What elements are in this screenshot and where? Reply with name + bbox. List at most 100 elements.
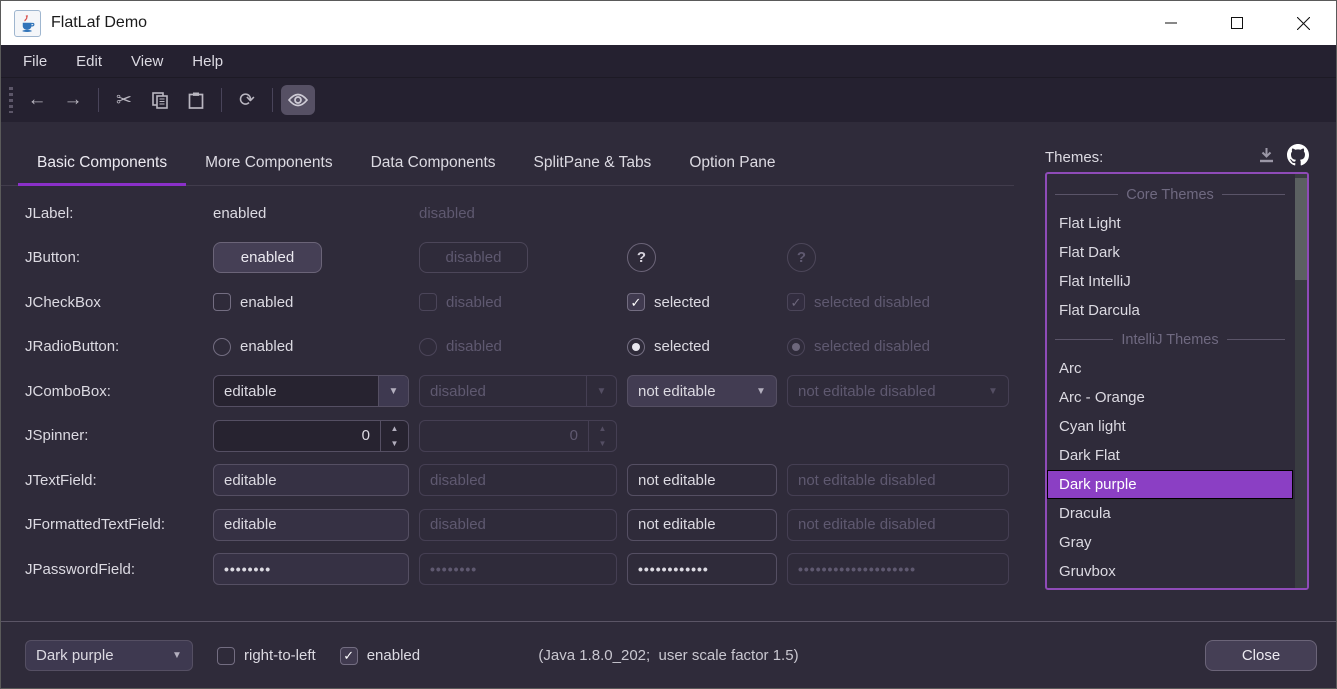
spinner-up-icon[interactable]: ▲ — [381, 421, 408, 436]
themes-header: Themes: — [1045, 144, 1309, 171]
scrollbar-thumb[interactable] — [1295, 178, 1307, 280]
show-hidden-toggle-button[interactable] — [281, 85, 315, 115]
jtextfield-row-label: JTextField: — [25, 472, 203, 489]
java-app-icon — [14, 10, 41, 37]
right-to-left-checkbox[interactable]: right-to-left — [217, 647, 316, 665]
clipboard-icon — [188, 92, 204, 109]
theme-item-gruvbox[interactable]: Gruvbox — [1047, 557, 1293, 586]
formatted-textfield-not-editable: not editable — [627, 509, 777, 541]
checkbox-selected-disabled: ✓selected disabled — [787, 293, 1009, 311]
jcombobox-row: JComboBox: editable▼ disabled▼ not edita… — [25, 369, 1009, 414]
chevron-down-icon: ▼ — [586, 376, 616, 406]
radio-selected-icon — [787, 338, 805, 356]
scissors-icon: ✂ — [116, 89, 132, 112]
themes-group-core: Core Themes — [1047, 180, 1293, 209]
jlabel-enabled: enabled — [213, 205, 409, 222]
tab-option-pane[interactable]: Option Pane — [670, 140, 794, 186]
theme-item-flat-light[interactable]: Flat Light — [1047, 209, 1293, 238]
refresh-button[interactable]: ⟳ — [230, 85, 264, 115]
combobox-editable[interactable]: editable▼ — [213, 375, 409, 407]
jbutton-row-label: JButton: — [25, 249, 203, 266]
theme-item-arc-orange[interactable]: Arc - Orange — [1047, 383, 1293, 412]
menu-help[interactable]: Help — [180, 49, 235, 74]
spinner-enabled[interactable]: 0 ▲▼ — [213, 420, 409, 452]
menu-edit[interactable]: Edit — [64, 49, 114, 74]
toolbar: ← → ✂ ⟳ — [1, 78, 1336, 122]
spinner-down-icon[interactable]: ▼ — [381, 436, 408, 451]
cut-button[interactable]: ✂ — [107, 85, 141, 115]
checkbox-enabled[interactable]: enabled — [213, 293, 409, 311]
refresh-icon: ⟳ — [239, 89, 255, 112]
combobox-not-editable-disabled: not editable disabled▼ — [787, 375, 1009, 407]
themes-scrollbar[interactable] — [1295, 174, 1307, 588]
chevron-down-icon: ▼ — [746, 376, 776, 406]
minimize-button[interactable] — [1138, 1, 1204, 45]
jlabel-row: JLabel: enabled disabled — [25, 191, 1009, 236]
jbutton-row: JButton: enabled disabled ? ? — [25, 236, 1009, 281]
components-grid: JLabel: enabled disabled JButton: enable… — [25, 191, 1009, 592]
menu-view[interactable]: View — [119, 49, 175, 74]
radio-enabled[interactable]: enabled — [213, 338, 409, 356]
jspinner-row: JSpinner: 0 ▲▼ 0 ▲▼ — [25, 414, 1009, 459]
theme-item-gray[interactable]: Gray — [1047, 528, 1293, 557]
tab-splitpane-tabs[interactable]: SplitPane & Tabs — [515, 140, 671, 186]
themes-group-intellij: IntelliJ Themes — [1047, 325, 1293, 354]
toolbar-separator — [221, 88, 222, 112]
password-field-editable[interactable]: •••••••• — [213, 553, 409, 585]
enabled-checkbox[interactable]: ✓ enabled — [340, 647, 420, 665]
radio-selected-icon — [627, 338, 645, 356]
tab-more-components[interactable]: More Components — [186, 140, 352, 186]
checkbox-disabled: disabled — [419, 293, 617, 311]
paste-button[interactable] — [179, 85, 213, 115]
checkbox-icon — [213, 293, 231, 311]
spinner-disabled: 0 ▲▼ — [419, 420, 617, 452]
toolbar-grip-handle[interactable] — [9, 87, 13, 113]
formatted-textfield-editable[interactable]: editable — [213, 509, 409, 541]
spinner-arrows[interactable]: ▲▼ — [380, 421, 408, 451]
theme-item-dark-flat[interactable]: Dark Flat — [1047, 441, 1293, 470]
theme-selector-combobox[interactable]: Dark purple ▼ — [25, 640, 193, 671]
radio-icon — [213, 338, 231, 356]
tab-data-components[interactable]: Data Components — [352, 140, 515, 186]
window-title: FlatLaf Demo — [51, 14, 147, 32]
theme-item-cyan-light[interactable]: Cyan light — [1047, 412, 1293, 441]
theme-item-flat-darcula[interactable]: Flat Darcula — [1047, 296, 1293, 325]
back-button[interactable]: ← — [20, 85, 54, 115]
theme-item-dark-purple[interactable]: Dark purple — [1047, 470, 1293, 499]
help-button[interactable]: ? — [627, 243, 656, 272]
maximize-button[interactable] — [1204, 1, 1270, 45]
download-icon[interactable] — [1258, 147, 1275, 168]
close-window-button[interactable] — [1270, 1, 1336, 45]
combobox-not-editable[interactable]: not editable▼ — [627, 375, 777, 407]
checkbox-selected[interactable]: ✓selected — [627, 293, 777, 311]
status-text: (Java 1.8.0_202; user scale factor 1.5) — [1, 647, 1336, 664]
jformattedtextfield-row: JFormattedTextField: editable disabled n… — [25, 503, 1009, 548]
combobox-disabled: disabled▼ — [419, 375, 617, 407]
theme-item-dracula[interactable]: Dracula — [1047, 499, 1293, 528]
app-window: FlatLaf Demo File Edit View Help ← → ✂ — [0, 0, 1337, 689]
radio-selected-disabled: selected disabled — [787, 338, 1009, 356]
textfield-editable[interactable]: editable — [213, 464, 409, 496]
menu-file[interactable]: File — [11, 49, 59, 74]
password-field-not-editable-disabled: •••••••••••••••••••• — [787, 553, 1009, 585]
main-content: Basic Components More Components Data Co… — [1, 122, 1336, 689]
jradiobutton-row: JRadioButton: enabled disabled selected … — [25, 325, 1009, 370]
theme-item-flat-dark[interactable]: Flat Dark — [1047, 238, 1293, 267]
radio-selected[interactable]: selected — [627, 338, 777, 356]
password-field-not-editable: •••••••••••• — [627, 553, 777, 585]
theme-item-flat-intellij[interactable]: Flat IntelliJ — [1047, 267, 1293, 296]
formatted-textfield-disabled: disabled — [419, 509, 617, 541]
copy-icon — [152, 92, 169, 109]
checkbox-checked-icon: ✓ — [627, 293, 645, 311]
chevron-down-icon[interactable]: ▼ — [378, 376, 408, 406]
disabled-button: disabled — [419, 242, 528, 273]
github-icon[interactable] — [1287, 144, 1309, 171]
enabled-button[interactable]: enabled — [213, 242, 322, 273]
tab-bar: Basic Components More Components Data Co… — [18, 140, 795, 186]
tab-basic-components[interactable]: Basic Components — [18, 140, 186, 186]
theme-item-arc[interactable]: Arc — [1047, 354, 1293, 383]
jspinner-row-label: JSpinner: — [25, 427, 203, 444]
close-button[interactable]: Close — [1205, 640, 1317, 671]
copy-button[interactable] — [143, 85, 177, 115]
forward-button[interactable]: → — [56, 85, 90, 115]
